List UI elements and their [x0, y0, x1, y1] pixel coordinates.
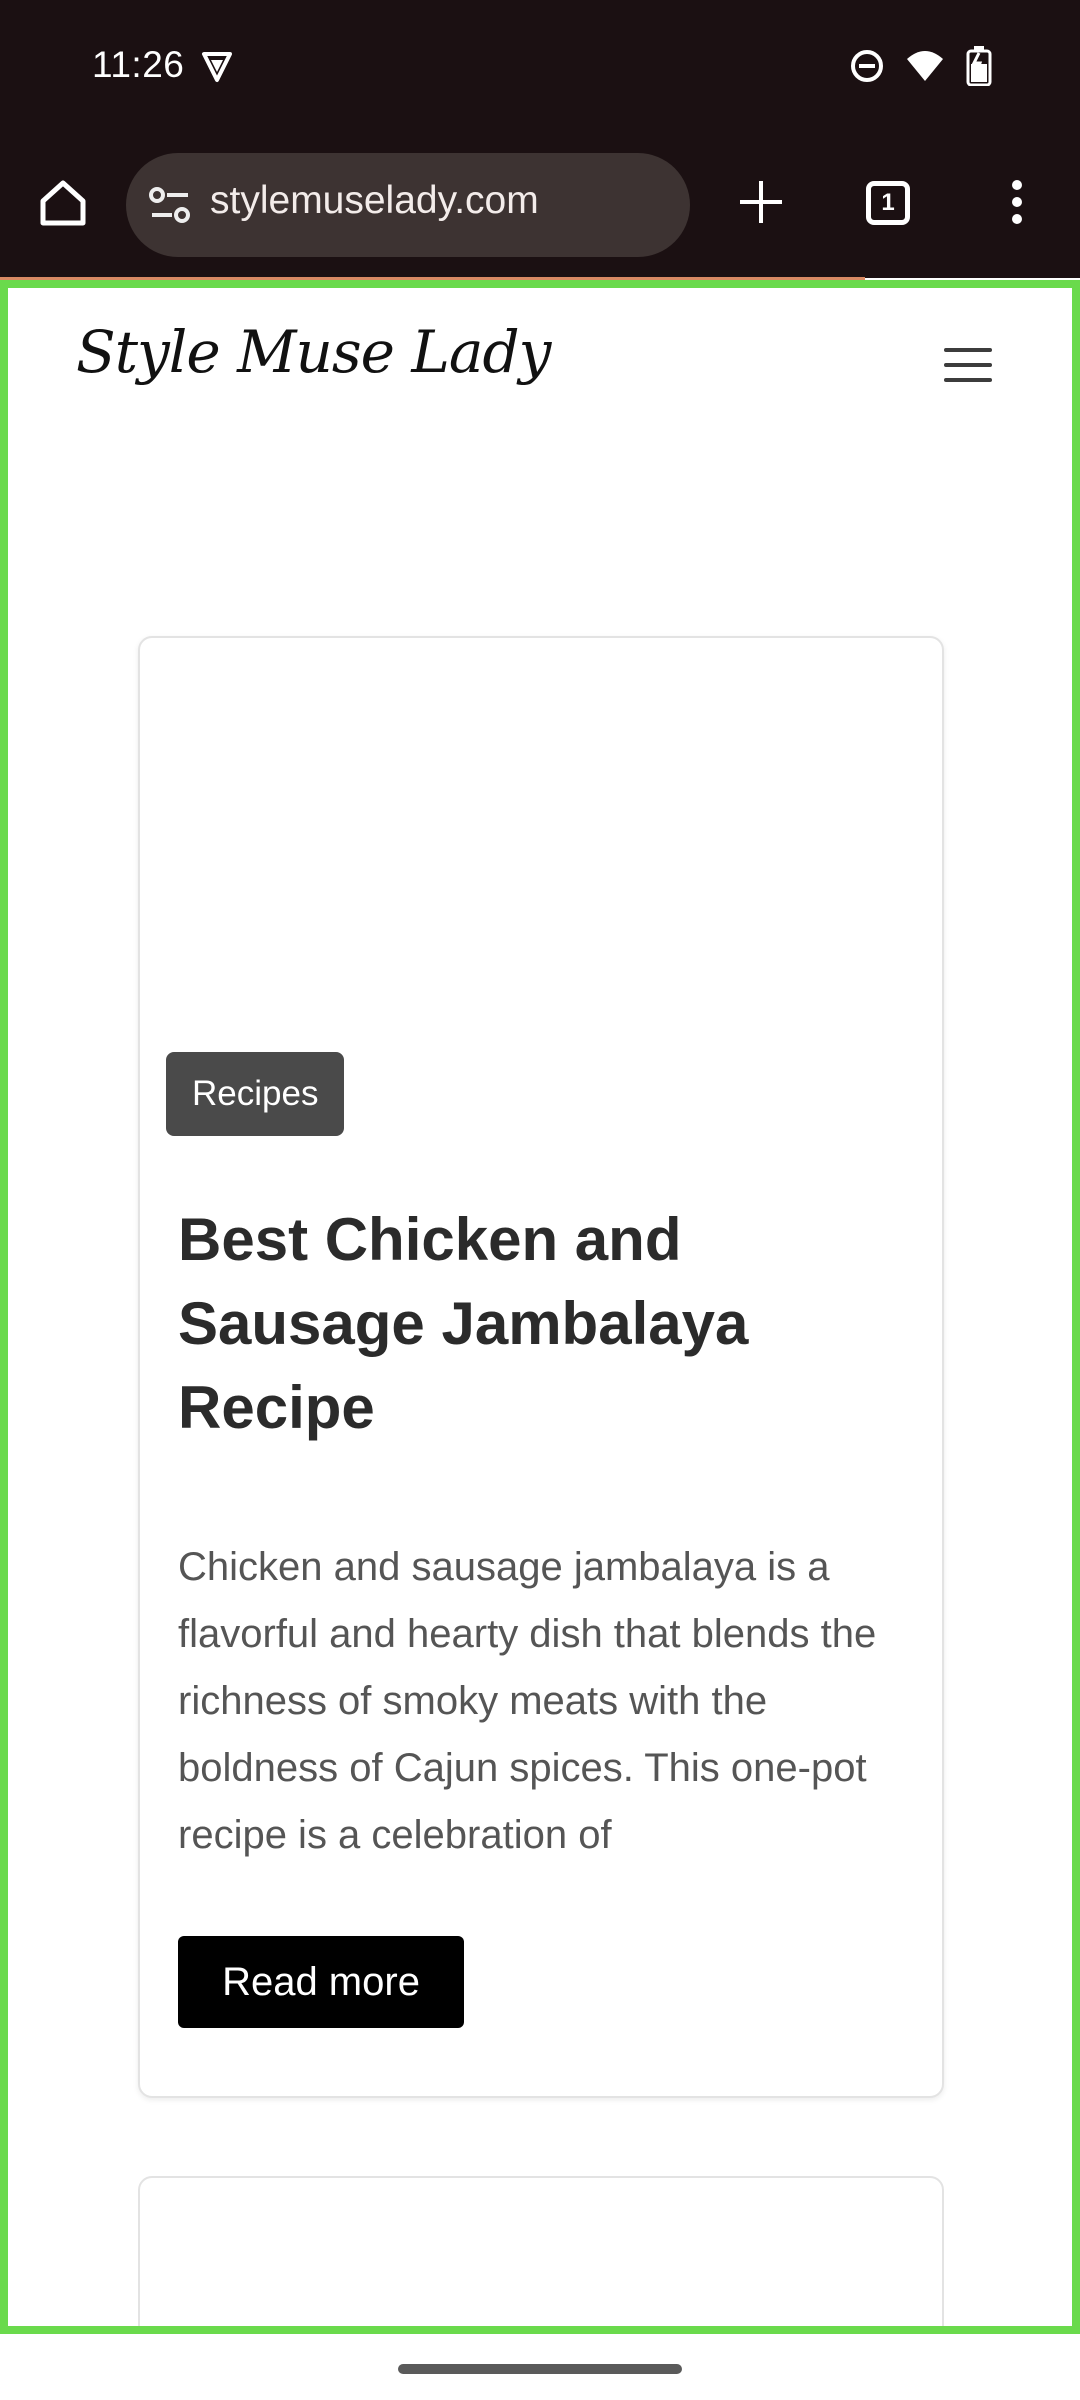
new-tab-icon [740, 181, 782, 223]
browser-toolbar: stylemuselady.com 1 [0, 135, 1080, 278]
wifi-icon [905, 49, 945, 83]
read-more-button[interactable]: Read more [178, 1936, 464, 2028]
status-bar: 11:26 [0, 0, 1080, 135]
system-nav-bar [0, 2334, 1080, 2400]
hamburger-menu-icon[interactable] [944, 348, 992, 384]
article-card: Recipes Best Chicken and Sausage Jambala… [138, 636, 944, 2098]
tab-switcher-button[interactable]: 1 [866, 181, 910, 225]
web-content: Style Muse Lady Recipes Best Chicken and… [0, 280, 1080, 2334]
tab-count: 1 [881, 189, 895, 216]
article-title[interactable]: Best Chicken and Sausage Jambalaya Recip… [178, 1198, 898, 1450]
battery-icon [965, 46, 995, 86]
do-not-disturb-icon [849, 48, 885, 84]
site-logo[interactable]: Style Muse Lady [76, 318, 551, 386]
address-bar[interactable]: stylemuselady.com [126, 153, 690, 257]
article-image[interactable] [140, 638, 942, 1058]
overflow-menu-button[interactable] [1000, 169, 1034, 235]
site-settings-icon[interactable] [148, 185, 192, 225]
status-time: 11:26 [92, 44, 185, 85]
article-excerpt: Chicken and sausage jambalaya is a flavo… [178, 1545, 877, 1857]
new-tab-button[interactable] [728, 169, 794, 235]
gesture-handle[interactable] [398, 2364, 682, 2374]
vpn-shield-icon [200, 50, 234, 84]
home-icon [40, 180, 86, 226]
home-button[interactable] [30, 169, 96, 235]
url-text[interactable]: stylemuselady.com [210, 179, 539, 223]
category-badge[interactable]: Recipes [166, 1052, 345, 1136]
next-article-card[interactable] [138, 2176, 944, 2326]
overflow-menu-icon [1012, 180, 1022, 224]
